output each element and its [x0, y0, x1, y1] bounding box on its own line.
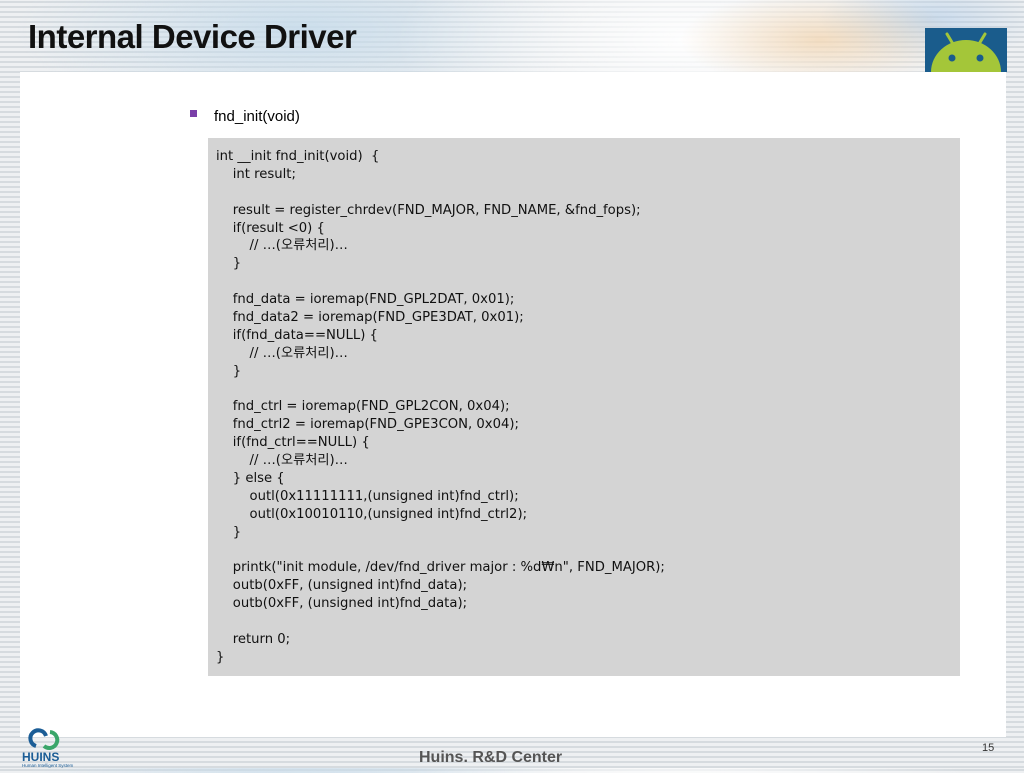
code-line: outb(0xFF, (unsigned int)fnd_data);	[216, 596, 468, 612]
bullet-marker	[190, 110, 197, 117]
bullet-item: fnd_init(void)	[190, 108, 300, 125]
code-block: int __init fnd_init(void) { int result; …	[208, 138, 960, 676]
code-line: fnd_ctrl2 = ioremap(FND_GPE3CON, 0x04);	[216, 417, 519, 433]
android-logo-icon	[925, 28, 1007, 72]
code-line: fnd_ctrl = ioremap(FND_GPL2CON, 0x04);	[216, 399, 510, 415]
huins-logo-icon: HUINS Human Intelligent System	[20, 726, 80, 768]
code-line: // …(오류처리)…	[216, 238, 348, 254]
code-line: }	[216, 363, 242, 379]
code-line: outl(0x10010110,(unsigned int)fnd_ctrl2)…	[216, 506, 528, 522]
code-line: // …(오류처리)…	[216, 453, 348, 469]
code-line: }	[216, 649, 225, 665]
code-line: // …(오류처리)…	[216, 345, 348, 361]
code-line: int __init fnd_init(void) {	[216, 149, 380, 164]
code-line: printk("init module, /dev/fnd_driver maj…	[216, 560, 665, 576]
code-line: if(result <0) {	[216, 220, 325, 236]
code-line: if(fnd_ctrl==NULL) {	[216, 435, 370, 451]
code-line: outb(0xFF, (unsigned int)fnd_data);	[216, 578, 468, 594]
code-line: fnd_data2 = ioremap(FND_GPE3DAT, 0x01);	[216, 310, 524, 326]
code-line: outl(0x11111111,(unsigned int)fnd_ctrl);	[216, 488, 519, 504]
code-line: } else {	[216, 471, 285, 487]
code-line: int result;	[216, 166, 296, 182]
code-line: fnd_data = ioremap(FND_GPL2DAT, 0x01);	[216, 292, 515, 308]
page-number: 15	[982, 742, 995, 754]
code-line: }	[216, 256, 242, 272]
code-line: result = register_chrdev(FND_MAJOR, FND_…	[216, 202, 641, 218]
code-line: }	[216, 524, 242, 540]
slide-title: Internal Device Driver	[28, 18, 357, 55]
footer-text: Huins. R&D Center	[419, 749, 563, 766]
logo-subtext: Human Intelligent System	[22, 763, 74, 768]
code-line: if(fnd_data==NULL) {	[216, 327, 378, 343]
code-line: return 0;	[216, 632, 291, 648]
logo-text: HUINS	[22, 750, 59, 764]
bullet-text: fnd_init(void)	[214, 108, 300, 125]
